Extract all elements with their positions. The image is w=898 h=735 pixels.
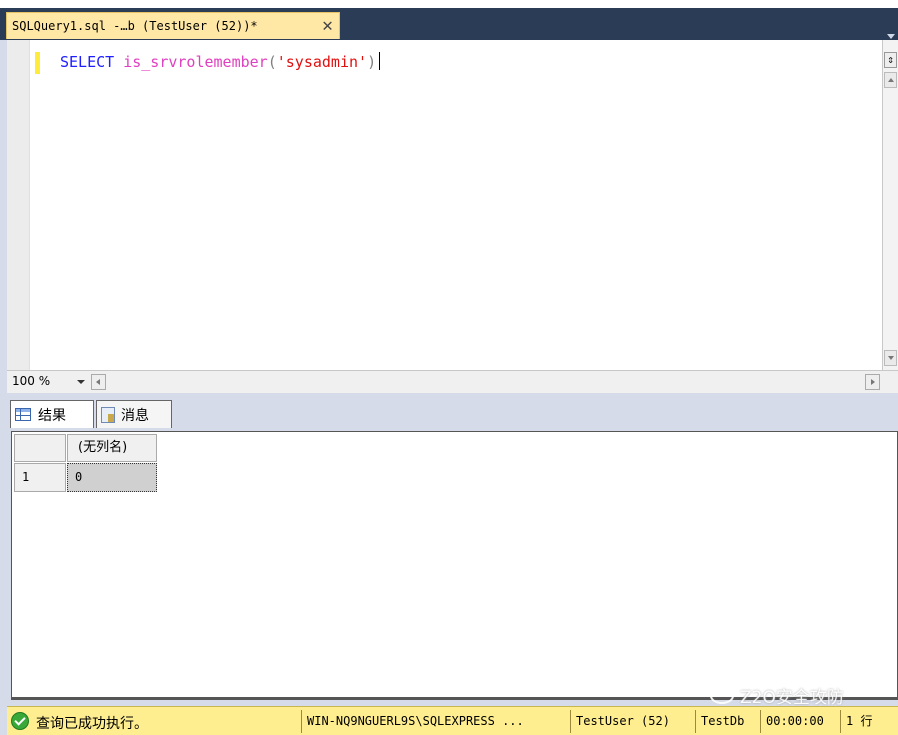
status-message: 查询已成功执行。 <box>36 716 148 732</box>
query-editor[interactable]: SELECT is_srvrolemember('sysadmin') <box>7 40 882 370</box>
arrow-up-icon <box>888 78 894 82</box>
zoom-bar: 100 % <box>7 370 898 393</box>
code-line-1[interactable]: SELECT is_srvrolemember('sysadmin') <box>60 52 381 71</box>
tab-messages[interactable]: 消息 <box>96 400 172 428</box>
watermark: Z2O安全攻防 <box>710 683 844 708</box>
watermark-text: Z2O安全攻防 <box>740 688 844 708</box>
document-tab-sqlquery1[interactable]: SQLQuery1.sql -…b (TestUser (52))* ✕ <box>6 12 340 39</box>
arrow-left-icon <box>96 379 100 385</box>
close-tab-icon[interactable]: ✕ <box>322 15 333 36</box>
tab-results[interactable]: 结果 <box>10 400 94 428</box>
arrow-down-icon <box>888 356 894 360</box>
status-row-count: 1 行 <box>840 710 872 733</box>
grid-select-all-corner[interactable] <box>14 434 66 462</box>
editor-vertical-scrollbar[interactable]: ⇕ <box>882 40 898 370</box>
text-caret <box>379 52 381 70</box>
status-database: TestDb <box>695 710 744 733</box>
status-user: TestUser (52) <box>570 710 670 733</box>
scroll-right-button[interactable] <box>865 374 880 390</box>
window-top-band <box>0 0 898 8</box>
results-grid[interactable]: (无列名) 1 0 <box>11 431 898 700</box>
column-header[interactable]: (无列名) <box>67 434 157 462</box>
results-tab-bar: 结果 消息 <box>7 393 898 431</box>
changed-line-marker <box>35 52 40 74</box>
editor-gutter <box>7 40 30 370</box>
sql-open-paren: ( <box>267 53 277 71</box>
sql-close-paren: ) <box>367 53 377 71</box>
zoom-dropdown-icon[interactable] <box>77 380 85 384</box>
result-cell[interactable]: 0 <box>67 463 157 492</box>
tab-results-label: 结果 <box>38 407 66 424</box>
scroll-up-button[interactable] <box>884 72 897 88</box>
row-header[interactable]: 1 <box>14 463 66 492</box>
status-elapsed-time: 00:00:00 <box>760 710 824 733</box>
arrow-right-icon <box>871 379 875 385</box>
splitter-icon[interactable]: ⇕ <box>884 52 897 68</box>
tab-messages-label: 消息 <box>121 407 149 424</box>
status-server: WIN-NQ9NGUERL9S\SQLEXPRESS ... <box>301 710 524 733</box>
grid-icon <box>15 408 31 421</box>
scroll-left-button[interactable] <box>91 374 106 390</box>
sql-string: 'sysadmin' <box>276 53 368 71</box>
sql-function: is_srvrolemember <box>123 53 268 71</box>
sql-keyword: SELECT <box>60 53 115 71</box>
message-icon <box>101 406 115 423</box>
zoom-level[interactable]: 100 % <box>12 374 50 388</box>
wechat-icon <box>710 687 734 704</box>
scroll-down-button[interactable] <box>884 350 897 366</box>
document-tab-title: SQLQuery1.sql -…b (TestUser (52))* <box>12 19 258 33</box>
status-bar: 查询已成功执行。 WIN-NQ9NGUERL9S\SQLEXPRESS ... … <box>7 706 898 735</box>
success-check-icon <box>11 712 29 730</box>
tab-list-dropdown-icon[interactable] <box>887 34 895 39</box>
